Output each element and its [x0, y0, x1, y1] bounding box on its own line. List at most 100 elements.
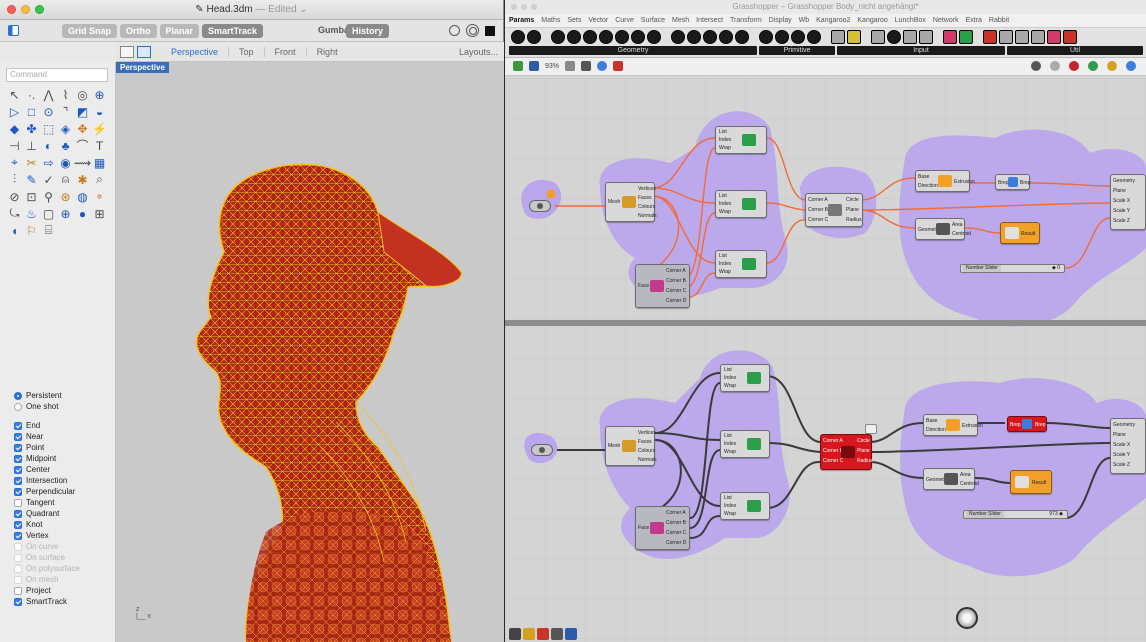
cut-tool-icon[interactable]: ✂ [24, 155, 39, 170]
smarttrack-button[interactable]: SmartTrack [202, 24, 264, 38]
snap-option-knot[interactable]: Knot [14, 519, 114, 530]
gh-tab-kangaroo2[interactable]: Kangaroo2 [816, 17, 850, 24]
top-face-corners[interactable]: Face Corner A Corner B Corner C Corner D [635, 264, 690, 308]
checkbox[interactable] [14, 553, 22, 562]
checkbox[interactable] [14, 597, 22, 606]
checkbox[interactable] [14, 443, 22, 452]
gh-tab-curve[interactable]: Curve [615, 17, 634, 24]
circle-param-icon[interactable] [551, 30, 565, 44]
status-star-icon[interactable] [523, 628, 535, 640]
group-param-icon[interactable] [735, 30, 749, 44]
rhino-tool-icon[interactable]: ◖ [7, 223, 22, 238]
revolve-tool-icon[interactable]: ◒ [92, 104, 107, 119]
planar-button[interactable]: Planar [159, 24, 200, 38]
no-preview-icon[interactable] [1031, 61, 1041, 71]
snap-option-near[interactable]: Near [14, 431, 114, 442]
text-param-icon[interactable] [807, 30, 821, 44]
slider-value[interactable]: ◆ 0 [1052, 265, 1060, 272]
gh-tab-surface[interactable]: Surface [641, 17, 665, 24]
radio-button[interactable] [14, 402, 22, 411]
four-view-icon[interactable] [120, 45, 134, 58]
status-grid-icon[interactable] [565, 628, 577, 640]
bottom-cap-holes[interactable]: Brep Brep [1007, 416, 1047, 432]
checkbox[interactable] [14, 531, 22, 540]
material-tool-icon[interactable]: ● [75, 206, 90, 221]
render-tool-icon[interactable]: ◉ [58, 155, 73, 170]
gh-canvas[interactable]: Mesh Vertices Faces Colours Normals List… [505, 78, 1146, 642]
number-param-icon[interactable] [759, 30, 773, 44]
ribbon-group-primitive[interactable]: Primitive [759, 46, 835, 55]
snap-option-on-curve[interactable]: On curve [14, 541, 114, 552]
gh-tab-lunchbox[interactable]: LunchBox [895, 17, 926, 24]
gh-tab-network[interactable]: Network [933, 17, 959, 24]
toggle-icon[interactable] [871, 30, 885, 44]
checkbox[interactable] [14, 575, 22, 584]
bottom-scale-nu[interactable]: Geometry Plane Scale X Scale Y Scale Z [1110, 418, 1146, 474]
box-tool-icon[interactable]: ⬚ [41, 121, 56, 136]
gh-tab-sets[interactable]: Sets [567, 17, 581, 24]
integer-param-icon[interactable] [775, 30, 789, 44]
single-view-icon[interactable] [137, 45, 151, 58]
canvas-split-divider[interactable] [505, 320, 1146, 326]
bottom-number-slider[interactable]: Number Slider 973 ◆ [963, 510, 1068, 519]
search-tool-icon[interactable]: ⚲ [41, 189, 56, 204]
target-icon[interactable] [466, 24, 479, 37]
bomb-icon[interactable] [1063, 30, 1077, 44]
box-param-icon[interactable] [647, 30, 661, 44]
arrow-icon[interactable] [1031, 30, 1045, 44]
select-tool-icon[interactable]: ↖ [7, 87, 22, 102]
surface-tool-icon[interactable]: ◩ [75, 104, 90, 119]
bottom-extrude[interactable]: Base Direction Extrusion [923, 414, 983, 436]
gh-minimize-button[interactable] [521, 4, 527, 10]
top-circle-3pt[interactable]: Corner A Corner B Corner C Circle Plane … [805, 193, 863, 227]
snap-option-project[interactable]: Project [14, 585, 114, 596]
checkbox[interactable] [14, 586, 22, 595]
gh-tab-rabbit[interactable]: Rabbit [989, 17, 1009, 24]
status-gear-icon[interactable] [551, 628, 563, 640]
selected-preview-icon[interactable] [1088, 61, 1098, 71]
value-list-icon[interactable] [903, 30, 917, 44]
tab-right[interactable]: Right [305, 46, 348, 57]
grid-snap-button[interactable]: Grid Snap [62, 24, 118, 38]
grid-tool-icon[interactable]: ▦ [92, 155, 107, 170]
bottom-result-cluster[interactable]: Result [1010, 470, 1052, 494]
viewport-title[interactable]: Perspective [116, 62, 169, 73]
snap-option-one-shot[interactable]: One shot [14, 401, 114, 412]
wire-tool-icon[interactable]: ⊞ [92, 206, 107, 221]
top-list-item-a[interactable]: List Index Wrap [715, 126, 767, 154]
light-tool-icon[interactable]: ✱ [75, 172, 90, 187]
bottom-list-item-c[interactable]: List Index Wrap [720, 492, 770, 520]
zoom-dropdown-icon[interactable] [565, 61, 576, 71]
sidebar-toggle-icon[interactable] [8, 25, 19, 36]
jump-icon[interactable] [983, 30, 997, 44]
blend-tool-icon[interactable]: ♣ [58, 138, 73, 153]
text-tool-icon[interactable]: T [92, 138, 107, 153]
slider-value[interactable]: 973 ◆ [1049, 511, 1063, 518]
ribbon-group-input[interactable]: Input [837, 46, 1005, 55]
analyze-tool-icon[interactable]: ⍝ [58, 172, 73, 187]
lamp-tool-icon[interactable]: ⊕ [58, 206, 73, 221]
gh-tab-mesh[interactable]: Mesh [672, 17, 689, 24]
paint-icon[interactable] [613, 61, 624, 71]
top-deconstruct-mesh[interactable]: Mesh Vertices Faces Colours Normals [605, 182, 657, 222]
top-area[interactable]: Geometry Area Centroid [915, 218, 971, 240]
status-brush-icon[interactable] [537, 628, 549, 640]
window-zoom-tool-icon[interactable]: ⊡ [24, 189, 39, 204]
snap-option-perpendicular[interactable]: Perpendicular [14, 486, 114, 497]
cylinder-tool-icon[interactable]: ⚬ [92, 189, 107, 204]
ruler-tool-icon[interactable]: ⟿ [74, 155, 91, 170]
checkbox[interactable] [14, 520, 22, 529]
plane-tool-icon[interactable]: ▷ [7, 104, 22, 119]
snap-option-center[interactable]: Center [14, 464, 114, 475]
curve-param-icon[interactable] [527, 30, 541, 44]
snap-option-persistent[interactable]: Persistent [14, 390, 114, 401]
brep-param-icon[interactable] [671, 30, 685, 44]
checkbox[interactable] [14, 465, 22, 474]
checkbox[interactable] [14, 432, 22, 441]
preview-icon[interactable] [597, 61, 608, 71]
wireframe-preview-icon[interactable] [1050, 61, 1060, 71]
check-tool-icon[interactable]: ✓ [41, 172, 56, 187]
field-param-icon[interactable] [719, 30, 733, 44]
domain-param-icon[interactable] [791, 30, 805, 44]
snap-option-quadrant[interactable]: Quadrant [14, 508, 114, 519]
